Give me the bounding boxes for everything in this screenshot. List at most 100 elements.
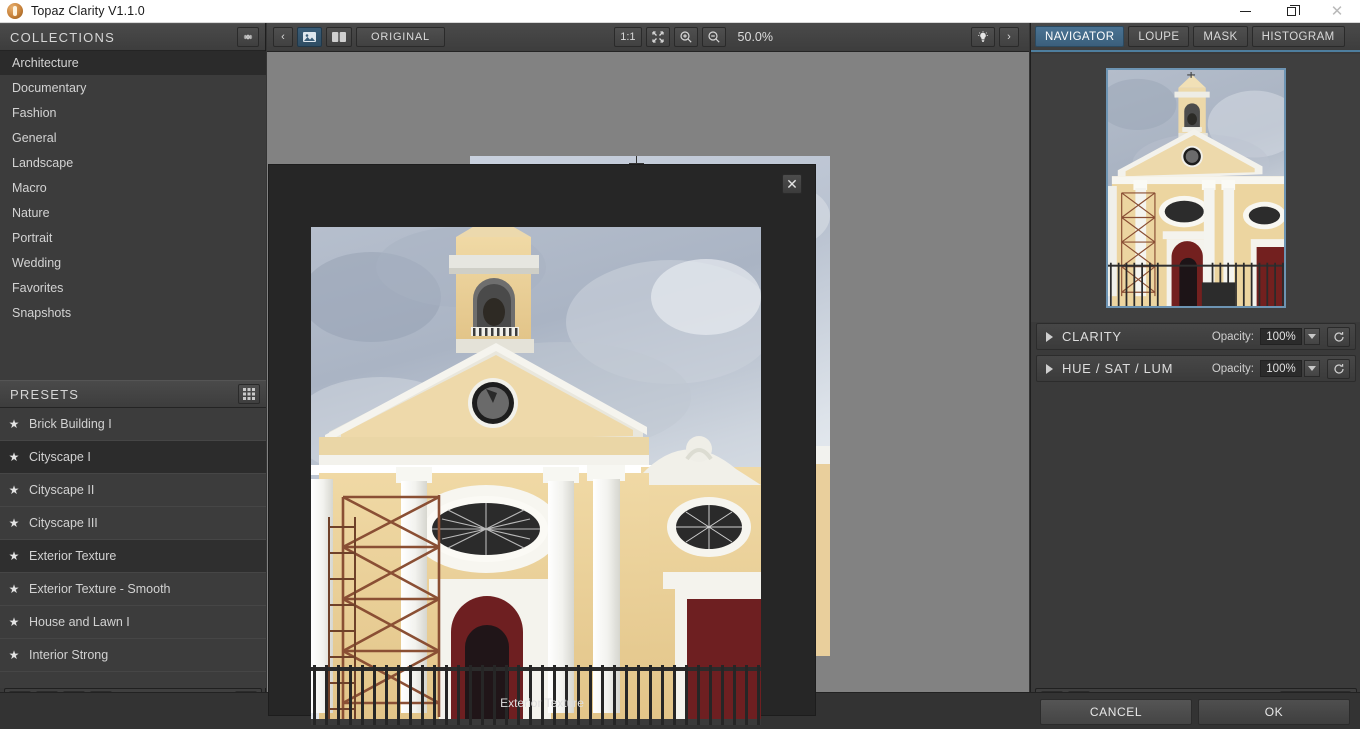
sidebar-item-portrait[interactable]: Portrait: [0, 226, 266, 251]
star-icon[interactable]: ★: [8, 516, 20, 530]
sidebar-item-fashion[interactable]: Fashion: [0, 101, 266, 126]
presets-list[interactable]: ★ Brick Building I ★ Cityscape I ★ Citys…: [0, 408, 266, 688]
gear-icon[interactable]: [237, 27, 259, 47]
cancel-button[interactable]: CANCEL: [1040, 699, 1192, 725]
preset-label: Cityscape III: [29, 516, 98, 530]
star-icon[interactable]: ★: [8, 648, 20, 662]
section-title: HUE / SAT / LUM: [1062, 361, 1174, 376]
zoom-level-value: 50.0%: [737, 30, 773, 44]
preset-label: Cityscape II: [29, 483, 95, 497]
reset-icon[interactable]: [1327, 358, 1350, 379]
opacity-label: Opacity:: [1211, 330, 1254, 343]
section-title: CLARITY: [1062, 329, 1122, 344]
section-hue-sat-lum[interactable]: HUE / SAT / LUM Opacity: 100%: [1036, 355, 1356, 382]
preset-label: Brick Building I: [29, 417, 112, 431]
collections-list[interactable]: Architecture Documentary Fashion General…: [0, 51, 266, 380]
tab-mask[interactable]: MASK: [1193, 26, 1248, 47]
list-item[interactable]: ★ Exterior Texture: [0, 540, 266, 573]
list-item[interactable]: ★ Exterior Texture - Smooth: [0, 573, 266, 606]
preset-label: Interior Strong: [29, 648, 109, 662]
collection-label: Macro: [12, 181, 47, 195]
triangle-right-icon[interactable]: [1046, 331, 1053, 342]
sidebar-item-macro[interactable]: Macro: [0, 176, 266, 201]
section-clarity[interactable]: CLARITY Opacity: 100%: [1036, 323, 1356, 350]
preset-label: Exterior Texture - Smooth: [29, 582, 171, 596]
tab-loupe[interactable]: LOUPE: [1128, 26, 1190, 47]
preset-preview-dialog: ✕ Exterior Texture: [269, 165, 815, 725]
sidebar-item-documentary[interactable]: Documentary: [0, 76, 266, 101]
list-item[interactable]: ★ Cityscape III: [0, 507, 266, 540]
preview-caption: Exterior Texture: [500, 696, 584, 710]
zoom-controls: 1:1 50.0% ›: [614, 27, 1023, 47]
collection-label: Documentary: [12, 81, 87, 95]
window-title: Topaz Clarity V1.1.0: [31, 4, 145, 18]
church-photo-preview: [311, 227, 761, 725]
application-window: Topaz Clarity V1.1.0 ✕ COLLECTIONS Archi…: [0, 0, 1360, 729]
navigator-thumbnail[interactable]: [1106, 68, 1286, 308]
collection-label: Nature: [12, 206, 50, 220]
star-icon[interactable]: ★: [8, 582, 20, 596]
maximize-icon[interactable]: [1268, 0, 1314, 23]
split-view-icon[interactable]: [326, 27, 352, 47]
list-item[interactable]: ★ Brick Building I: [0, 408, 266, 441]
opacity-value[interactable]: 100%: [1260, 328, 1302, 345]
left-panel: COLLECTIONS Architecture Documentary Fas…: [0, 23, 266, 729]
preview-image: [311, 227, 761, 725]
preset-label: Exterior Texture: [29, 549, 117, 563]
center-area: ‹ ORIGINAL 1:1 50.0% › ✕ Exterior Textur…: [267, 23, 1029, 729]
collection-label: Snapshots: [12, 306, 72, 320]
star-icon[interactable]: ★: [8, 615, 20, 629]
sidebar-item-snapshots[interactable]: Snapshots: [0, 301, 266, 326]
navigator-panel[interactable]: [1031, 54, 1360, 322]
lightbulb-icon[interactable]: [971, 27, 995, 47]
presets-title: PRESETS: [10, 386, 80, 402]
topaz-logo-icon: [7, 3, 23, 19]
original-button[interactable]: ORIGINAL: [356, 27, 445, 47]
opacity-value[interactable]: 100%: [1260, 360, 1302, 377]
star-icon[interactable]: ★: [8, 450, 20, 464]
title-bar: Topaz Clarity V1.1.0 ✕: [0, 0, 1360, 23]
chevron-down-icon[interactable]: [1304, 328, 1320, 345]
sidebar-item-landscape[interactable]: Landscape: [0, 151, 266, 176]
church-photo-thumbnail: [1108, 70, 1284, 306]
list-item[interactable]: ★ Interior Strong: [0, 639, 266, 672]
list-item[interactable]: ★ Cityscape I: [0, 441, 266, 474]
sidebar-item-general[interactable]: General: [0, 126, 266, 151]
collection-label: Architecture: [12, 56, 79, 70]
grid-view-icon[interactable]: [238, 384, 260, 404]
center-toolbar: ‹ ORIGINAL 1:1 50.0% ›: [267, 23, 1029, 52]
collections-title: COLLECTIONS: [10, 29, 115, 45]
fit-screen-icon[interactable]: [645, 27, 670, 47]
sidebar-item-favorites[interactable]: Favorites: [0, 276, 266, 301]
reset-icon[interactable]: [1327, 326, 1350, 347]
collection-label: Portrait: [12, 231, 53, 245]
one-to-one-button[interactable]: 1:1: [614, 27, 642, 47]
close-icon[interactable]: ✕: [1314, 0, 1360, 23]
chevron-right-icon[interactable]: ›: [999, 27, 1019, 47]
collection-label: Wedding: [12, 256, 62, 270]
zoom-out-icon[interactable]: [701, 27, 726, 47]
preset-label: House and Lawn I: [29, 615, 130, 629]
star-icon[interactable]: ★: [8, 417, 20, 431]
image-canvas[interactable]: ✕ Exterior Texture: [267, 52, 1029, 729]
list-item[interactable]: ★ House and Lawn I: [0, 606, 266, 639]
star-icon[interactable]: ★: [8, 483, 20, 497]
single-view-icon[interactable]: [297, 27, 322, 47]
sidebar-item-wedding[interactable]: Wedding: [0, 251, 266, 276]
triangle-right-icon[interactable]: [1046, 363, 1053, 374]
sidebar-item-nature[interactable]: Nature: [0, 201, 266, 226]
tab-histogram[interactable]: HISTOGRAM: [1251, 26, 1345, 47]
minimize-icon[interactable]: [1222, 0, 1268, 23]
collection-label: Fashion: [12, 106, 57, 120]
collection-label: Landscape: [12, 156, 74, 170]
chevron-left-icon[interactable]: ‹: [273, 27, 293, 47]
list-item[interactable]: ★ Cityscape II: [0, 474, 266, 507]
star-icon[interactable]: ★: [8, 549, 20, 563]
tab-navigator[interactable]: NAVIGATOR: [1035, 26, 1125, 47]
ok-button[interactable]: OK: [1198, 699, 1350, 725]
sidebar-item-architecture[interactable]: Architecture: [0, 51, 266, 76]
chevron-down-icon[interactable]: [1304, 360, 1320, 377]
dialog-footer: CANCEL OK: [1030, 695, 1360, 729]
zoom-in-icon[interactable]: [673, 27, 698, 47]
close-icon[interactable]: ✕: [782, 174, 802, 194]
